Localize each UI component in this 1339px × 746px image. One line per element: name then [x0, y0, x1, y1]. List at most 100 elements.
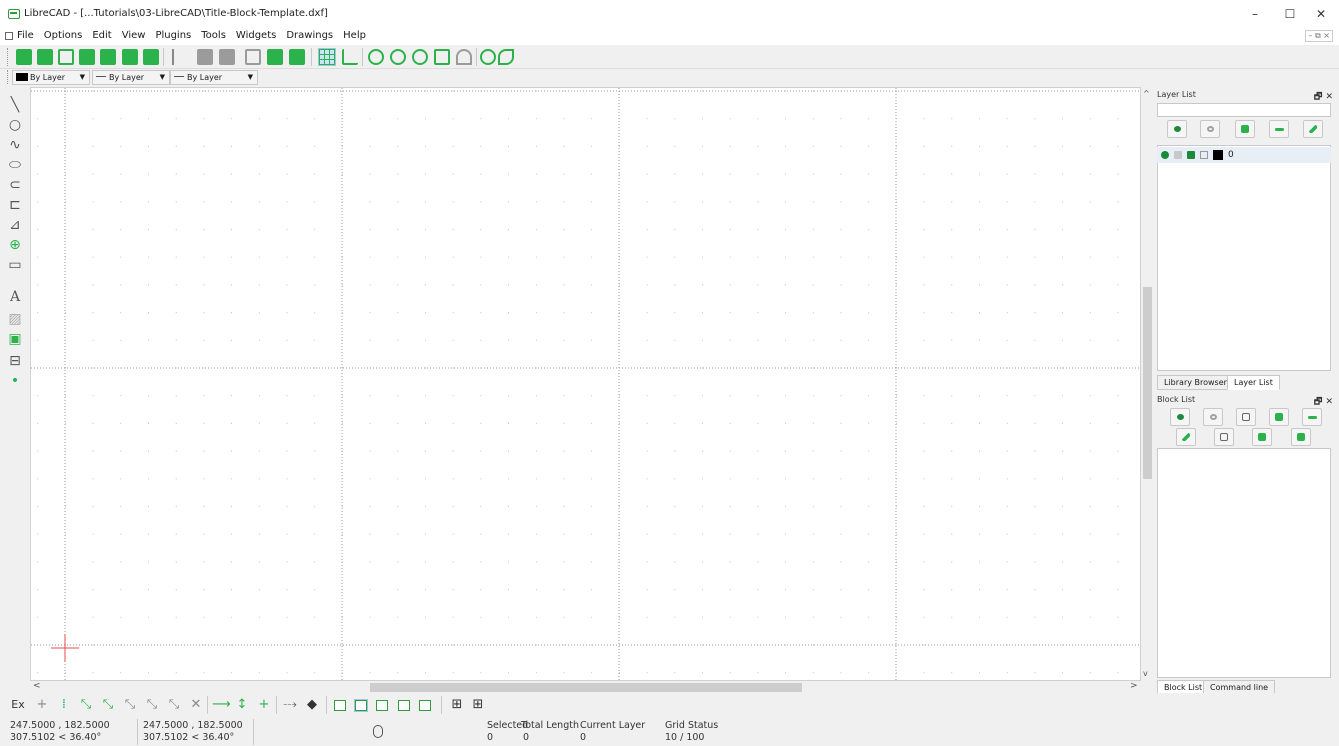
snap-middle-icon[interactable]: ⤡	[144, 697, 160, 713]
view-monitor-active-icon[interactable]	[354, 699, 368, 712]
measure-tool-icon[interactable]: ▭	[7, 257, 23, 273]
save-icon[interactable]	[79, 49, 95, 65]
zoom-previous-icon[interactable]	[456, 49, 472, 65]
view-monitor-icon[interactable]	[398, 700, 410, 711]
menu-file[interactable]: File	[16, 30, 35, 41]
export-block-button[interactable]	[1291, 428, 1311, 446]
undo-icon[interactable]	[267, 49, 283, 65]
maximize-button[interactable]: ☐	[1275, 5, 1305, 23]
restrict-horizontal-icon[interactable]: ⟶	[212, 697, 231, 713]
line-tool-icon[interactable]: ╲	[7, 97, 23, 113]
open-folder-icon[interactable]	[58, 49, 74, 65]
cut-icon[interactable]	[197, 49, 213, 65]
modify-tool-icon[interactable]: ⊕	[7, 237, 23, 253]
add-block-button[interactable]	[1269, 408, 1289, 426]
zoom-pan-icon[interactable]	[498, 49, 514, 65]
set-relative-zero-icon[interactable]: ⤏	[282, 697, 298, 713]
restrict-vertical-icon[interactable]: ↕	[234, 697, 250, 713]
scroll-down-icon[interactable]: v	[1143, 669, 1148, 678]
close-button[interactable]: ✕	[1306, 5, 1336, 23]
draft-mode-icon[interactable]	[342, 49, 358, 65]
drawing-canvas[interactable]	[30, 87, 1141, 681]
zoom-auto-icon[interactable]	[434, 49, 450, 65]
snap-endpoint-icon[interactable]: ⤡	[78, 697, 94, 713]
save-as-icon[interactable]	[100, 49, 116, 65]
pen-color-select[interactable]: By Layer ▼	[12, 70, 90, 85]
snap-exclusive-button[interactable]: Ex	[10, 697, 26, 713]
show-all-layers-button[interactable]	[1167, 120, 1187, 138]
layout-icon[interactable]: ⊞	[449, 697, 465, 713]
lock-relative-zero-icon[interactable]: ◆	[304, 697, 320, 713]
toolbar-grip[interactable]	[7, 48, 10, 66]
scroll-left-icon[interactable]: <	[33, 681, 41, 691]
zoom-window-icon[interactable]	[480, 49, 496, 65]
snap-free-icon[interactable]: +	[34, 697, 50, 713]
curve-tool-icon[interactable]: ∿	[7, 137, 23, 153]
restrict-orthogonal-icon[interactable]: +	[256, 697, 272, 713]
scroll-right-icon[interactable]: >	[1130, 681, 1138, 691]
snap-distance-icon[interactable]: ⤡	[166, 697, 182, 713]
tab-library-browser[interactable]: Library Browser	[1157, 375, 1234, 390]
polyline-tool-icon[interactable]: ⊂	[7, 177, 23, 193]
document-window-controls[interactable]: – ⧉ ×	[1305, 30, 1333, 42]
menu-options[interactable]: Options	[43, 30, 84, 41]
dimension-tool-icon[interactable]: ⊿	[7, 217, 23, 233]
menu-view[interactable]: View	[121, 30, 147, 41]
view-monitor-icon[interactable]	[419, 700, 431, 711]
circle-tool-icon[interactable]: ○	[7, 117, 23, 133]
horizontal-scrollbar[interactable]: < >	[30, 681, 1141, 693]
menu-edit[interactable]: Edit	[91, 30, 112, 41]
show-all-blocks-button[interactable]	[1170, 408, 1190, 426]
minimize-button[interactable]: –	[1240, 5, 1270, 23]
tab-layer-list[interactable]: Layer List	[1227, 375, 1280, 390]
menu-widgets[interactable]: Widgets	[235, 30, 277, 41]
edit-layer-button[interactable]	[1303, 120, 1323, 138]
block-tool-icon[interactable]: ⊟	[7, 353, 23, 369]
layer-row[interactable]: 0	[1157, 147, 1331, 163]
toolbar-grip[interactable]	[7, 70, 10, 84]
vertical-scroll-thumb[interactable]	[1143, 287, 1152, 479]
layer-lock-icon[interactable]	[1174, 151, 1182, 159]
save-block-button[interactable]	[1252, 428, 1272, 446]
layer-filter-input[interactable]	[1157, 103, 1331, 117]
insert-block-button[interactable]	[1214, 428, 1234, 446]
select-tool-icon[interactable]: ⊏	[7, 197, 23, 213]
layer-print-icon[interactable]	[1187, 151, 1195, 159]
text-tool-icon[interactable]: A	[7, 289, 23, 305]
select-pointer-icon[interactable]	[172, 49, 188, 65]
horizontal-scroll-thumb[interactable]	[370, 683, 802, 692]
new-file-icon[interactable]	[16, 49, 32, 65]
snap-on-entity-icon[interactable]: ⤡	[100, 697, 116, 713]
create-block-button[interactable]	[1236, 408, 1256, 426]
menu-drawings[interactable]: Drawings	[285, 30, 334, 41]
edit-block-button[interactable]	[1176, 428, 1196, 446]
ellipse-tool-icon[interactable]: ⬭	[7, 157, 23, 173]
print-preview-icon[interactable]	[143, 49, 159, 65]
copy-icon[interactable]	[219, 49, 235, 65]
grid-toggle-icon[interactable]	[318, 48, 336, 66]
remove-layer-button[interactable]	[1269, 120, 1289, 138]
remove-block-button[interactable]	[1302, 408, 1322, 426]
new-from-template-icon[interactable]	[37, 49, 53, 65]
menu-plugins[interactable]: Plugins	[154, 30, 192, 41]
zoom-in-icon[interactable]	[390, 49, 406, 65]
zoom-out-icon[interactable]	[412, 49, 428, 65]
vertical-scrollbar[interactable]: ^ v	[1141, 87, 1153, 681]
redo-icon[interactable]	[289, 49, 305, 65]
layer-construction-icon[interactable]	[1200, 151, 1208, 159]
image-tool-icon[interactable]: ▣	[7, 331, 23, 347]
scroll-up-icon[interactable]: ^	[1143, 89, 1150, 98]
view-monitor-icon[interactable]	[376, 700, 388, 711]
add-layer-button[interactable]	[1235, 120, 1255, 138]
hatch-tool-icon[interactable]: ▨	[7, 311, 23, 327]
menu-tools[interactable]: Tools	[200, 30, 227, 41]
pen-linetype-select[interactable]: By Layer ▼	[170, 70, 258, 85]
hide-all-layers-button[interactable]	[1200, 120, 1220, 138]
pen-width-select[interactable]: By Layer ▼	[92, 70, 170, 85]
snap-intersection-icon[interactable]: ✕	[188, 697, 204, 713]
point-tool-icon[interactable]: •	[7, 373, 23, 389]
layer-color-swatch[interactable]	[1213, 150, 1223, 160]
menu-help[interactable]: Help	[342, 30, 367, 41]
paste-icon[interactable]	[245, 49, 261, 65]
add-layout-icon[interactable]: ⊞	[470, 697, 486, 713]
